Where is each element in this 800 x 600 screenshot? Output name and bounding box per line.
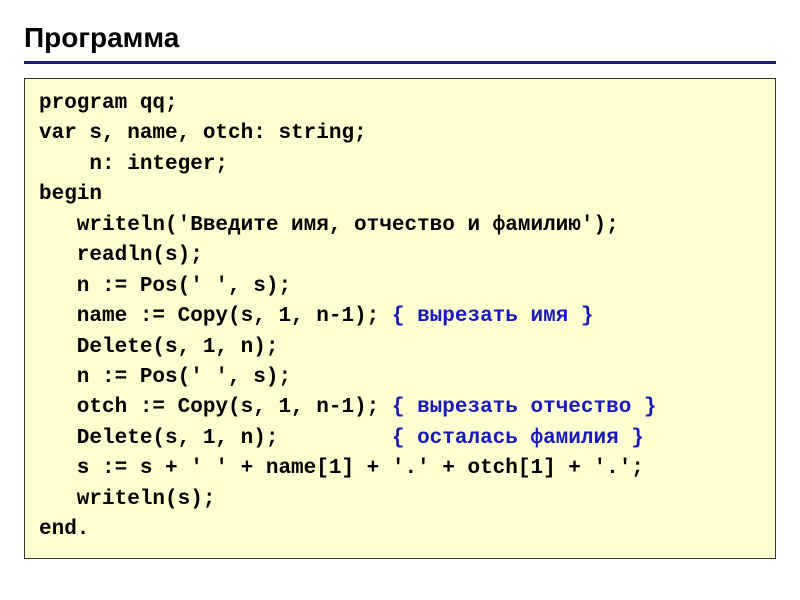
- code-line: program qq;: [39, 92, 178, 115]
- code-line: Delete(s, 1, n);: [39, 427, 392, 450]
- code-line: begin: [39, 183, 102, 206]
- code-line: writeln(s);: [39, 488, 215, 511]
- code-block: program qq; var s, name, otch: string; n…: [24, 78, 776, 559]
- slide-title: Программа: [24, 22, 776, 57]
- code-line: var s, name, otch: string;: [39, 122, 367, 145]
- code-comment: { вырезать имя }: [392, 305, 594, 328]
- code-line: n := Pos(' ', s);: [39, 366, 291, 389]
- code-line: Delete(s, 1, n);: [39, 336, 278, 359]
- code-line: readln(s);: [39, 244, 203, 267]
- title-rule: [24, 61, 776, 64]
- code-line: end.: [39, 518, 89, 541]
- code-comment: { вырезать отчество }: [392, 396, 657, 419]
- code-line: n := Pos(' ', s);: [39, 275, 291, 298]
- code-line: s := s + ' ' + name[1] + '.' + otch[1] +…: [39, 457, 644, 480]
- code-comment: { осталась фамилия }: [392, 427, 644, 450]
- slide: Программа program qq; var s, name, otch:…: [0, 0, 800, 559]
- code-line: writeln('Введите имя, отчество и фамилию…: [39, 214, 619, 237]
- code-line: n: integer;: [39, 153, 228, 176]
- code-line: name := Copy(s, 1, n-1);: [39, 305, 392, 328]
- code-line: otch := Copy(s, 1, n-1);: [39, 396, 392, 419]
